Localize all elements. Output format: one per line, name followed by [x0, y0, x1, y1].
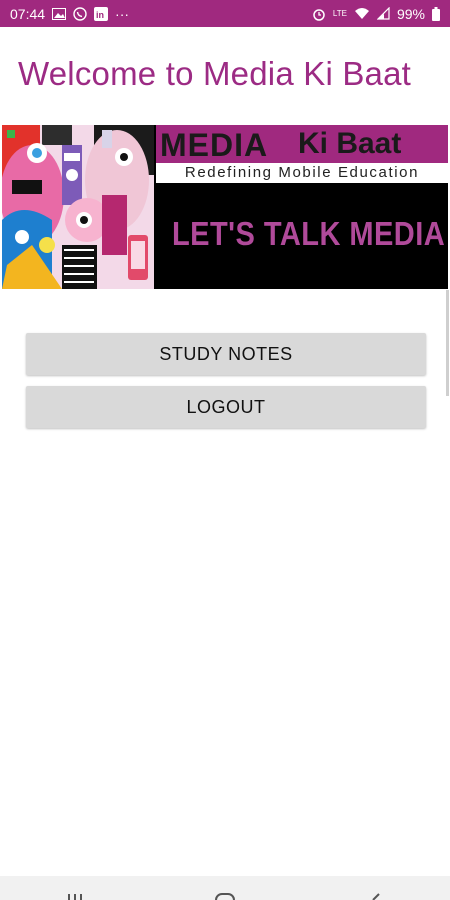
- navigation-bar: [0, 876, 450, 900]
- wifi-icon: [354, 7, 370, 20]
- status-left: 07:44 in ···: [10, 6, 129, 22]
- svg-text:in: in: [96, 10, 104, 20]
- scroll-indicator: [446, 290, 449, 396]
- back-icon[interactable]: [345, 876, 405, 900]
- signal-icon: [376, 7, 390, 20]
- status-bar: 07:44 in ··· LTE 99%: [0, 0, 450, 27]
- image-icon: [52, 7, 67, 20]
- alarm-icon: [312, 7, 326, 21]
- page-title: Welcome to Media Ki Baat: [18, 55, 412, 92]
- battery-percent: 99%: [396, 5, 425, 22]
- status-right: LTE 99%: [312, 6, 440, 22]
- brand-kibaat-text: Ki Baat: [298, 127, 402, 160]
- linkedin-icon: in: [94, 6, 109, 21]
- logout-button[interactable]: LOGOUT: [26, 386, 426, 428]
- lte-label: LTE: [332, 8, 347, 18]
- whatsapp-icon: [73, 6, 87, 21]
- recents-icon[interactable]: [45, 876, 105, 900]
- banner-headline: LET'S TALK MEDIA: [172, 215, 446, 252]
- brand-banner: MEDIA Ki Baat Redefining Mobile Educatio…: [2, 125, 448, 289]
- brand-tagline: Redefining Mobile Education: [184, 164, 420, 181]
- abstract-faces-artwork: [2, 125, 154, 289]
- brand-media-text: MEDIA: [160, 127, 269, 163]
- study-notes-button[interactable]: STUDY NOTES: [26, 333, 426, 375]
- home-icon[interactable]: [195, 876, 255, 900]
- battery-icon: [432, 6, 440, 21]
- more-notifications: ···: [115, 5, 130, 22]
- status-time: 07:44: [10, 5, 46, 22]
- lte-icon: LTE: [332, 8, 347, 18]
